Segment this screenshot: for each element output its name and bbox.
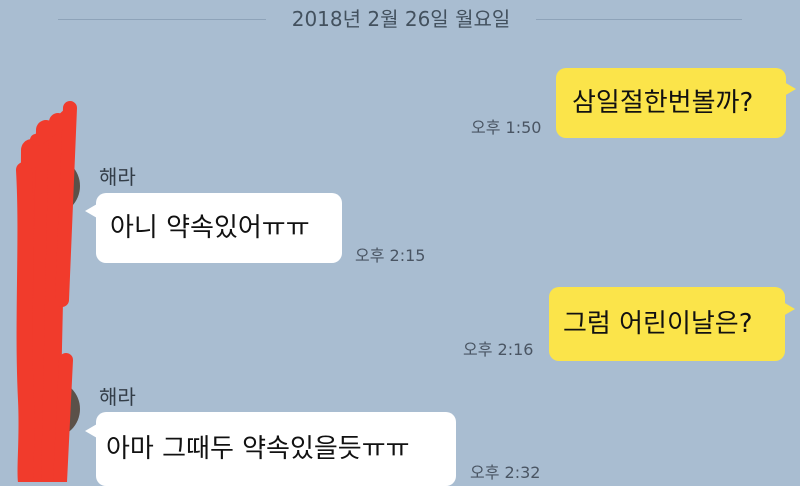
red-redaction-scribble-icon	[16, 101, 77, 482]
